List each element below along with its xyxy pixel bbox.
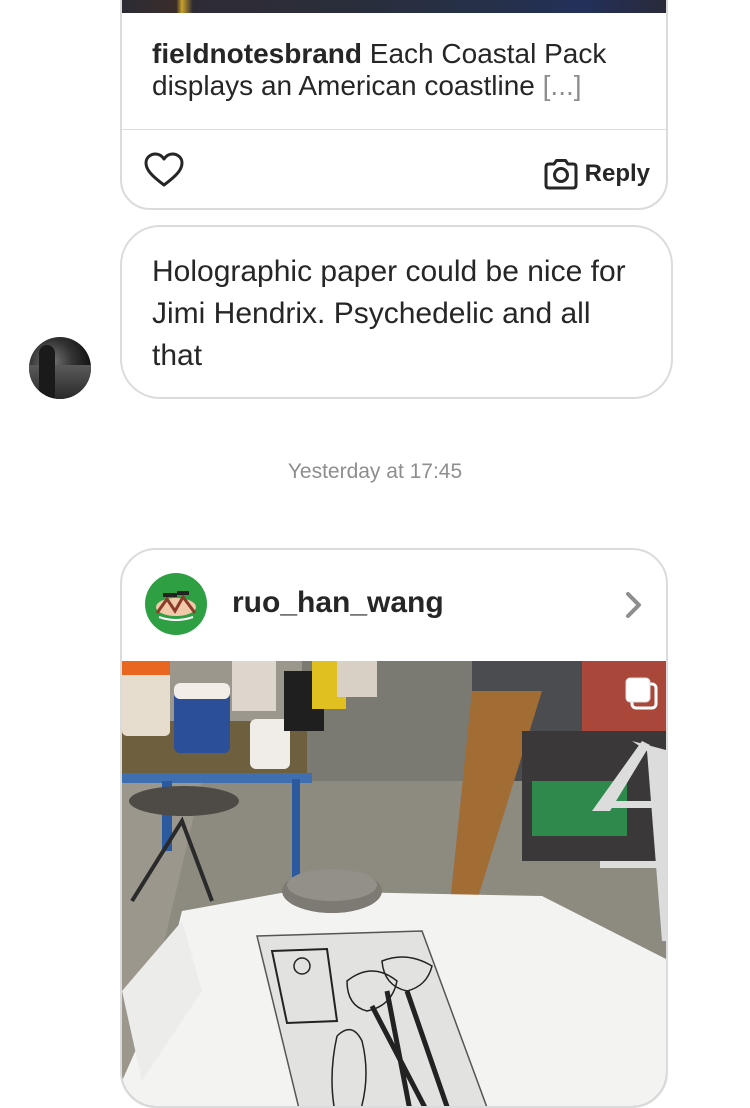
shared-post-header[interactable]: ruo_han_wang [122,550,666,661]
avatar-photo-figure [39,345,55,399]
shared-post-username[interactable]: ruo_han_wang [232,586,444,620]
photo-scene [122,661,666,1106]
multiple-photos-icon [625,677,658,710]
heart-icon[interactable] [144,152,184,188]
timestamp: Yesterday at 17:45 [287,460,463,483]
message-bubble[interactable]: Holographic paper could be nice for Jimi… [120,225,673,399]
chevron-right-icon[interactable] [622,590,646,620]
shared-post-card-previous[interactable]: fieldnotesbrand Each Coastal Pack displa… [120,0,668,210]
caption-more[interactable]: [...] [543,70,582,101]
post-image[interactable] [122,0,666,13]
shared-post-card[interactable]: ruo_han_wang [120,548,668,1108]
caption-username[interactable]: fieldnotesbrand [152,38,362,69]
reply-button[interactable]: Reply [543,156,650,192]
avatar-illustration [155,591,197,621]
camera-icon [544,159,578,190]
reply-label: Reply [584,160,650,187]
message-text: Holographic paper could be nice for Jimi… [152,255,626,372]
divider [122,129,666,130]
avatar[interactable] [29,337,91,399]
avatar[interactable] [145,573,207,635]
shared-post-photo[interactable] [122,661,666,1106]
post-caption: fieldnotesbrand Each Coastal Pack displa… [152,38,632,102]
